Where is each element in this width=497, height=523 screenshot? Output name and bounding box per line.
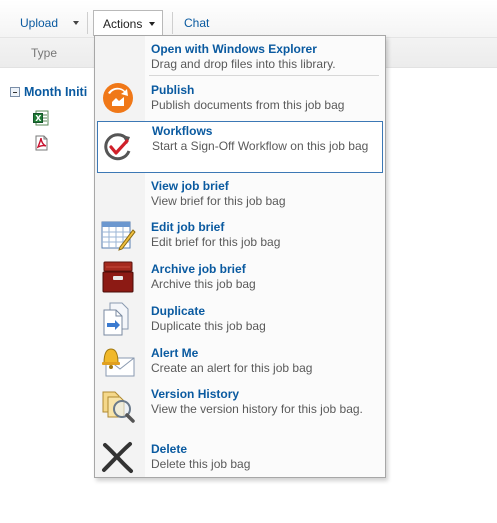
menu-item-workflows[interactable]: Workflows Start a Sign-Off Workflow on t…: [97, 121, 383, 173]
menu-item-description: Edit brief for this job bag: [151, 235, 281, 249]
archive-box-icon: [102, 261, 134, 293]
group-header[interactable]: Month Initi: [10, 85, 87, 101]
toolbar-separator: [87, 12, 88, 34]
column-header-type[interactable]: Type: [31, 46, 57, 60]
menu-item-title: Publish: [151, 83, 195, 97]
menu-item-publish[interactable]: Publish Publish documents from this job …: [97, 80, 383, 118]
menu-divider: [149, 75, 379, 76]
menu-item-description: Duplicate this job bag: [151, 319, 266, 333]
ribbon-toolbar: Upload Actions Chat: [0, 0, 497, 38]
menu-item-delete[interactable]: Delete Delete this job bag: [97, 439, 383, 477]
duplicate-icon: [103, 302, 129, 336]
actions-menu-button[interactable]: Actions: [93, 10, 163, 36]
upload-dropdown-arrow-icon[interactable]: [73, 21, 79, 25]
collapse-group-icon[interactable]: [10, 87, 20, 97]
excel-file-icon[interactable]: X: [33, 110, 49, 126]
menu-item-description: Publish documents from this job bag: [151, 98, 345, 112]
menu-item-description: View brief for this job bag: [151, 194, 286, 208]
menu-item-edit-job-brief[interactable]: Edit job brief Edit brief for this job b…: [97, 217, 383, 257]
actions-dropdown-menu: Open with Windows Explorer Drag and drop…: [94, 35, 386, 478]
menu-item-description: Start a Sign-Off Workflow on this job ba…: [152, 139, 369, 153]
version-history-icon: [102, 391, 135, 423]
menu-item-open-with-windows-explorer[interactable]: Open with Windows Explorer Drag and drop…: [97, 40, 383, 76]
actions-dropdown-arrow-icon: [149, 22, 155, 26]
edit-brief-icon: [101, 221, 136, 251]
delete-x-icon: [102, 442, 133, 473]
chat-button[interactable]: Chat: [184, 11, 209, 35]
svg-text:X: X: [35, 114, 42, 123]
actions-label: Actions: [103, 17, 143, 31]
menu-item-title: Delete: [151, 442, 188, 456]
menu-item-title: Duplicate: [151, 304, 206, 318]
menu-item-duplicate[interactable]: Duplicate Duplicate this job bag: [97, 301, 383, 341]
menu-item-archive-job-brief[interactable]: Archive job brief Archive this job bag: [97, 259, 383, 299]
menu-item-description: Create an alert for this job bag: [151, 361, 313, 375]
pdf-file-icon[interactable]: [33, 135, 49, 151]
menu-item-title: Open with Windows Explorer: [151, 42, 317, 56]
workflow-icon: [104, 133, 131, 161]
menu-item-title: Version History: [151, 387, 240, 401]
menu-item-description: Delete this job bag: [151, 457, 251, 471]
menu-item-alert-me[interactable]: Alert Me Create an alert for this job ba…: [97, 343, 383, 383]
menu-item-title: Archive job brief: [151, 262, 246, 276]
menu-item-version-history[interactable]: Version History View the version history…: [97, 384, 383, 436]
menu-item-description: Archive this job bag: [151, 277, 256, 291]
publish-icon: [103, 83, 133, 113]
upload-button[interactable]: Upload: [20, 11, 58, 35]
menu-item-description: Drag and drop files into this library.: [151, 57, 336, 71]
menu-item-title: Workflows: [152, 124, 213, 138]
menu-item-title: Edit job brief: [151, 220, 225, 234]
menu-item-view-job-brief[interactable]: View job brief View brief for this job b…: [97, 177, 383, 213]
toolbar-separator: [172, 12, 173, 34]
menu-item-description: View the version history for this job ba…: [151, 402, 363, 416]
menu-item-title: View job brief: [151, 179, 229, 193]
group-label: Month Initi: [24, 85, 88, 99]
menu-item-title: Alert Me: [151, 346, 199, 360]
alert-bell-icon: [102, 348, 135, 377]
